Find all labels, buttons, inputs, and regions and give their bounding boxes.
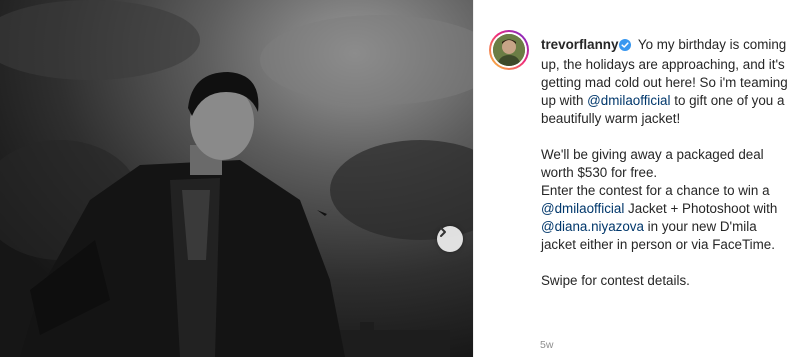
mention-link[interactable]: @dmilaofficial [587,93,670,108]
chevron-right-icon [440,227,446,237]
caption-paragraph-1: trevorflanny Yo my birthday is coming up… [541,36,791,128]
caption-text: Enter the contest for a chance to win a [541,183,770,198]
photo-illustration [0,0,473,357]
caption-text: We'll be giving away a packaged deal wor… [541,147,764,180]
avatar-story-ring[interactable] [489,30,529,70]
carousel-next-button[interactable] [437,226,463,252]
caption-paragraph-2: We'll be giving away a packaged deal wor… [541,146,791,254]
post-timestamp[interactable]: 5w [540,339,553,351]
avatar-frame [491,32,527,68]
avatar-image [493,34,525,66]
caption-paragraph-3: Swipe for contest details. [541,272,791,290]
verified-badge-icon [619,38,632,56]
mention-link[interactable]: @dmilaofficial [541,201,624,216]
instagram-post: trevorflanny Yo my birthday is coming up… [0,0,801,357]
mention-link[interactable]: @diana.niyazova [541,219,644,234]
caption-text: Swipe for contest details. [541,273,690,288]
avatar[interactable] [493,34,525,66]
caption-gap [541,254,791,272]
caption-gap [541,128,791,146]
post-photo[interactable] [0,0,473,357]
username-link[interactable]: trevorflanny [541,37,618,52]
post-side-panel: trevorflanny Yo my birthday is coming up… [473,0,801,357]
post-caption: trevorflanny Yo my birthday is coming up… [541,36,791,290]
caption-text: Jacket + Photoshoot with [628,201,778,216]
